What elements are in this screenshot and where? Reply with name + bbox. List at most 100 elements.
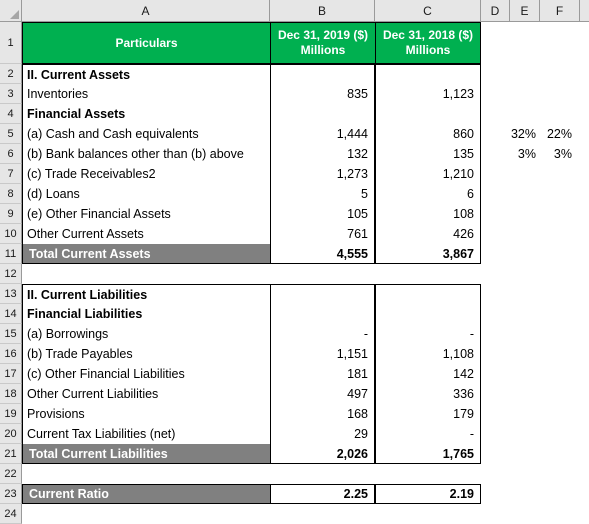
cell-f13[interactable]	[540, 284, 580, 304]
cell-a3[interactable]: Inventories	[22, 84, 270, 104]
column-header-c[interactable]: C	[375, 0, 481, 22]
cell-c19[interactable]: 179	[375, 404, 481, 424]
cell-c20[interactable]: -	[375, 424, 481, 444]
cell-e6[interactable]: 3%	[510, 144, 540, 164]
cell-d22[interactable]	[481, 464, 510, 484]
cell-d23[interactable]	[481, 484, 510, 504]
cell-e16[interactable]	[510, 344, 540, 364]
cell-a12[interactable]	[22, 264, 270, 284]
cell-a4[interactable]: Financial Assets	[22, 104, 270, 124]
row-header-4[interactable]: 4	[0, 104, 22, 124]
cell-f8[interactable]	[540, 184, 580, 204]
cell-f12[interactable]	[540, 264, 580, 284]
cell-c7[interactable]: 1,210	[375, 164, 481, 184]
cell-f9[interactable]	[540, 204, 580, 224]
cell-c13[interactable]	[375, 284, 481, 304]
cell-d18[interactable]	[481, 384, 510, 404]
cell-f11[interactable]	[540, 244, 580, 264]
cell-d19[interactable]	[481, 404, 510, 424]
cell-a20[interactable]: Current Tax Liabilities (net)	[22, 424, 270, 444]
cell-a21[interactable]: Total Current Liabilities	[22, 444, 270, 464]
row-header-2[interactable]: 2	[0, 64, 22, 84]
cell-d2[interactable]	[481, 64, 510, 84]
cell-c23[interactable]: 2.19	[375, 484, 481, 504]
cell-d14[interactable]	[481, 304, 510, 324]
row-header-14[interactable]: 14	[0, 304, 22, 324]
cell-b17[interactable]: 181	[270, 364, 375, 384]
row-header-13[interactable]: 13	[0, 284, 22, 304]
row-header-3[interactable]: 3	[0, 84, 22, 104]
cell-c17[interactable]: 142	[375, 364, 481, 384]
cell-a18[interactable]: Other Current Liabilities	[22, 384, 270, 404]
cell-d3[interactable]	[481, 84, 510, 104]
cell-f16[interactable]	[540, 344, 580, 364]
cell-b24[interactable]	[270, 504, 375, 524]
column-header-d[interactable]: D	[481, 0, 510, 22]
cell-a7[interactable]: (c) Trade Receivables2	[22, 164, 270, 184]
cell-b11[interactable]: 4,555	[270, 244, 375, 264]
cell-a6[interactable]: (b) Bank balances other than (b) above	[22, 144, 270, 164]
cell-c16[interactable]: 1,108	[375, 344, 481, 364]
cell-b8[interactable]: 5	[270, 184, 375, 204]
row-header-1[interactable]: 1	[0, 22, 22, 64]
cell-c24[interactable]	[375, 504, 481, 524]
cell-f5[interactable]: 22%	[540, 124, 580, 144]
row-header-23[interactable]: 23	[0, 484, 22, 504]
cell-e12[interactable]	[510, 264, 540, 284]
cell-e7[interactable]	[510, 164, 540, 184]
cell-c6[interactable]: 135	[375, 144, 481, 164]
cell-b13[interactable]	[270, 284, 375, 304]
cell-e14[interactable]	[510, 304, 540, 324]
cell-b12[interactable]	[270, 264, 375, 284]
cell-c12[interactable]	[375, 264, 481, 284]
cell-e5[interactable]: 32%	[510, 124, 540, 144]
select-all-button[interactable]	[0, 0, 22, 22]
row-header-12[interactable]: 12	[0, 264, 22, 284]
cell-b23[interactable]: 2.25	[270, 484, 375, 504]
cell-f15[interactable]	[540, 324, 580, 344]
cell-d4[interactable]	[481, 104, 510, 124]
cell-e10[interactable]	[510, 224, 540, 244]
cell-d15[interactable]	[481, 324, 510, 344]
row-header-11[interactable]: 11	[0, 244, 22, 264]
cell-e4[interactable]	[510, 104, 540, 124]
row-header-5[interactable]: 5	[0, 124, 22, 144]
cell-a24[interactable]	[22, 504, 270, 524]
cell-d12[interactable]	[481, 264, 510, 284]
cell-d13[interactable]	[481, 284, 510, 304]
cell-e13[interactable]	[510, 284, 540, 304]
cell-e23[interactable]	[510, 484, 540, 504]
cell-f3[interactable]	[540, 84, 580, 104]
row-header-24[interactable]: 24	[0, 504, 22, 524]
cell-b22[interactable]	[270, 464, 375, 484]
row-header-8[interactable]: 8	[0, 184, 22, 204]
cell-c21[interactable]: 1,765	[375, 444, 481, 464]
cell-e18[interactable]	[510, 384, 540, 404]
cell-b9[interactable]: 105	[270, 204, 375, 224]
cell-d9[interactable]	[481, 204, 510, 224]
cell-c5[interactable]: 860	[375, 124, 481, 144]
cell-b14[interactable]	[270, 304, 375, 324]
cell-d6[interactable]	[481, 144, 510, 164]
cell-e21[interactable]	[510, 444, 540, 464]
cell-a19[interactable]: Provisions	[22, 404, 270, 424]
row-header-20[interactable]: 20	[0, 424, 22, 444]
cell-a16[interactable]: (b) Trade Payables	[22, 344, 270, 364]
cell-a11[interactable]: Total Current Assets	[22, 244, 270, 264]
cell-a5[interactable]: (a) Cash and Cash equivalents	[22, 124, 270, 144]
cell-b16[interactable]: 1,151	[270, 344, 375, 364]
cell-e22[interactable]	[510, 464, 540, 484]
cell-e17[interactable]	[510, 364, 540, 384]
row-header-22[interactable]: 22	[0, 464, 22, 484]
cell-b20[interactable]: 29	[270, 424, 375, 444]
cell-c18[interactable]: 336	[375, 384, 481, 404]
cell-b6[interactable]: 132	[270, 144, 375, 164]
cell-c2[interactable]	[375, 64, 481, 84]
cell-f22[interactable]	[540, 464, 580, 484]
column-header-g[interactable]	[580, 0, 589, 22]
cell-e15[interactable]	[510, 324, 540, 344]
row-header-16[interactable]: 16	[0, 344, 22, 364]
cell-e9[interactable]	[510, 204, 540, 224]
cell-a9[interactable]: (e) Other Financial Assets	[22, 204, 270, 224]
row-header-17[interactable]: 17	[0, 364, 22, 384]
